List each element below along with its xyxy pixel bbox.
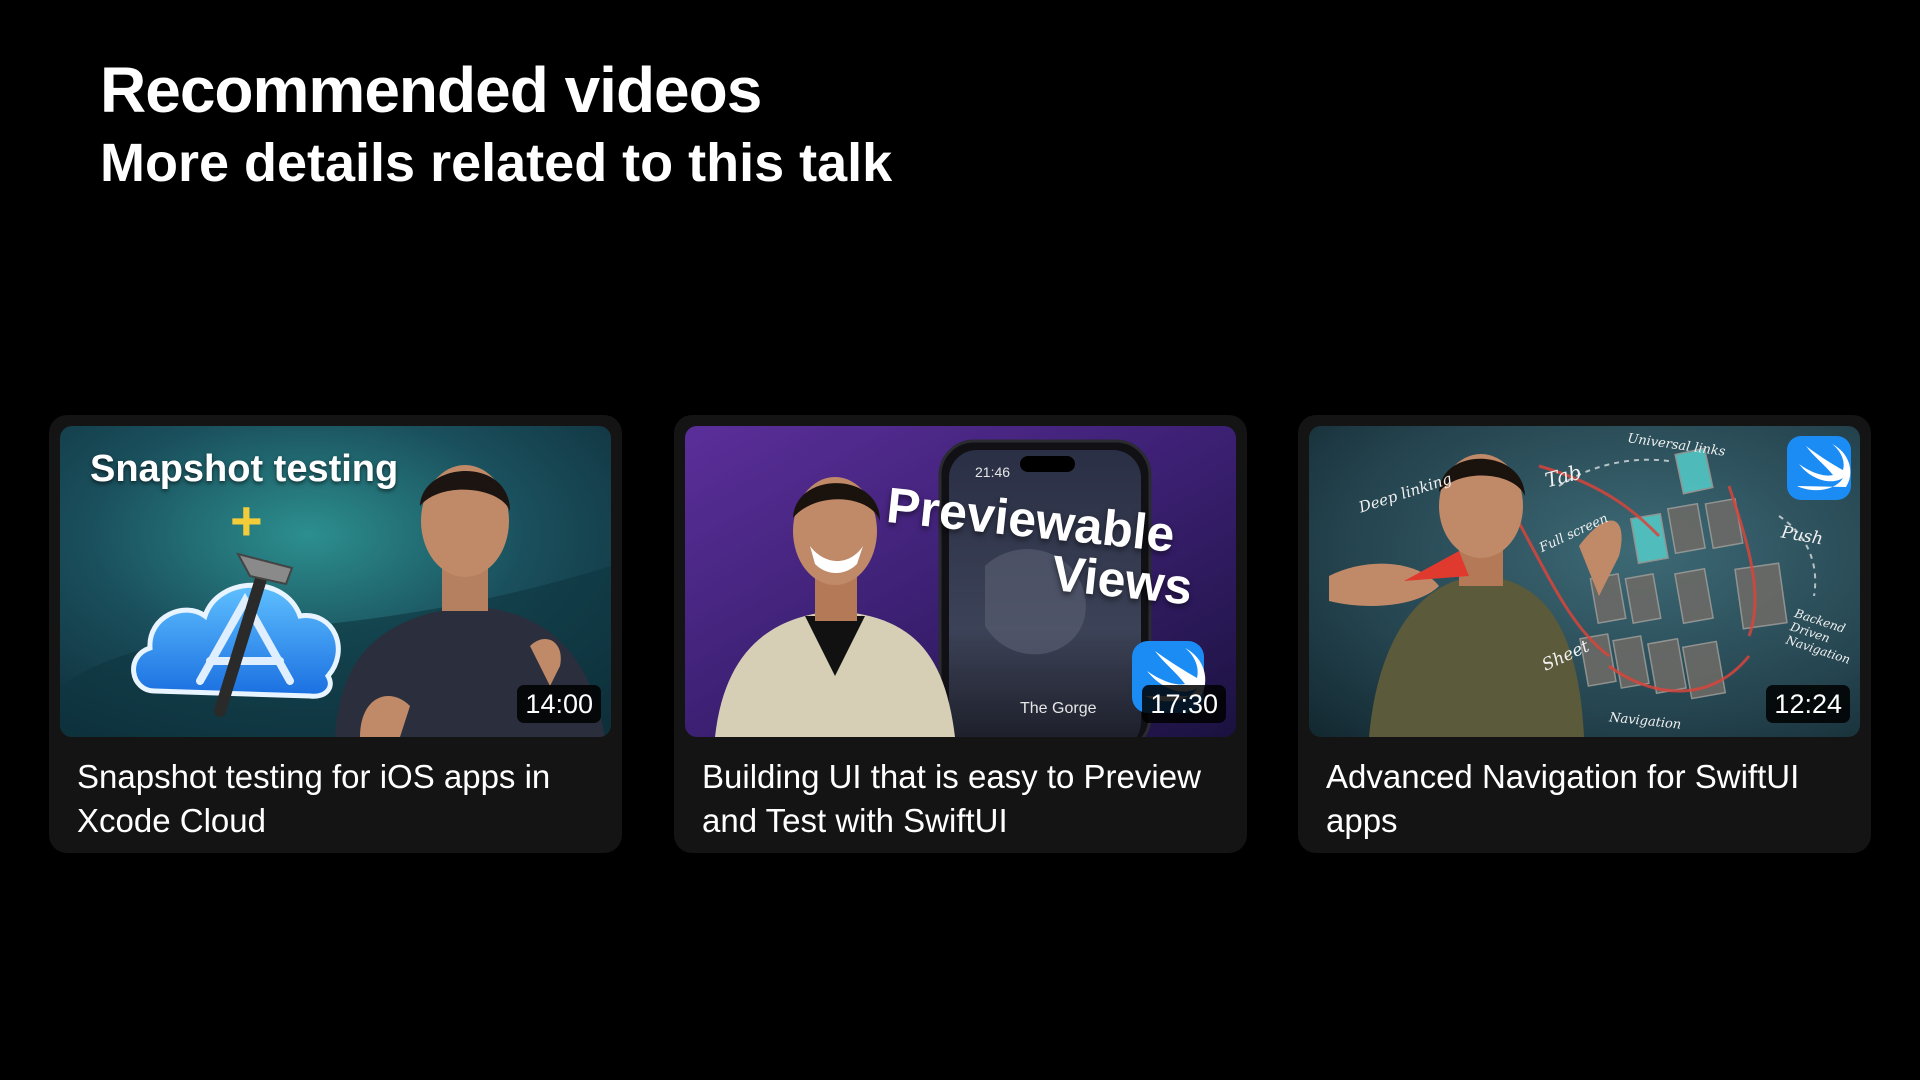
video-list: Snapshot testing + 14:00 Snapshot testin…: [49, 415, 1871, 853]
video-thumbnail[interactable]: 21:46 The Gorge Previewable Views 17:30: [685, 426, 1236, 737]
video-duration-badge: 12:24: [1766, 685, 1850, 723]
video-card-snapshot-testing[interactable]: Snapshot testing + 14:00 Snapshot testin…: [49, 415, 622, 853]
thumbnail-plus: +: [230, 489, 263, 552]
video-card-previewable-views[interactable]: 21:46 The Gorge Previewable Views 17:30 …: [674, 415, 1247, 853]
header: Recommended videos More details related …: [100, 50, 892, 196]
video-thumbnail[interactable]: Snapshot testing + 14:00: [60, 426, 611, 737]
page-title: Recommended videos: [100, 54, 762, 126]
video-card-advanced-navigation[interactable]: Deep linking Tab Universal links Full sc…: [1298, 415, 1871, 853]
phone-status-time: 21:46: [975, 464, 1011, 480]
video-title[interactable]: Snapshot testing for iOS apps in Xcode C…: [77, 755, 597, 843]
video-thumbnail[interactable]: Deep linking Tab Universal links Full sc…: [1309, 426, 1860, 737]
video-title[interactable]: Building UI that is easy to Preview and …: [702, 755, 1222, 843]
video-duration-badge: 17:30: [1142, 685, 1226, 723]
phone-movie-title: The Gorge: [1020, 700, 1097, 717]
page-subtitle: More details related to this talk: [100, 133, 893, 193]
video-title[interactable]: Advanced Navigation for SwiftUI apps: [1326, 755, 1846, 843]
thumbnail-headline: Snapshot testing: [90, 448, 399, 490]
video-duration-badge: 14:00: [517, 685, 601, 723]
